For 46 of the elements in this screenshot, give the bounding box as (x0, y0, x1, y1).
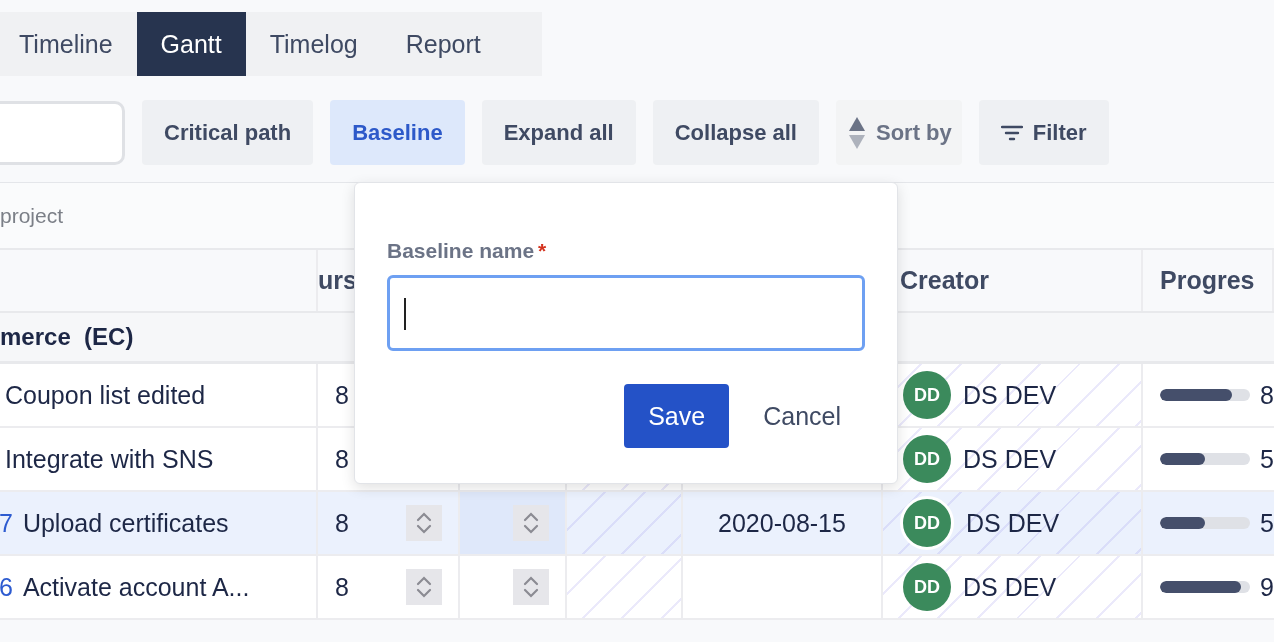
hours-value: 8 (335, 444, 349, 474)
hours-value: 8 (335, 572, 349, 602)
toolbar-button[interactable]: Expand all (481, 100, 636, 165)
stepper-icon[interactable] (406, 569, 442, 605)
stepper-icon[interactable] (513, 569, 549, 605)
search-field[interactable] (0, 100, 125, 165)
group-title: merce (EC) (0, 323, 134, 351)
avatar: DD (900, 496, 954, 550)
date-value: 2020-08-15 (718, 508, 846, 538)
view-tab[interactable]: Gantt (136, 12, 246, 76)
view-tab[interactable]: Timeline (0, 12, 137, 76)
save-button[interactable]: Save (624, 384, 730, 448)
column-header: Progres (1143, 250, 1274, 311)
task-name: Activate account A... (22, 572, 250, 602)
creator-name: DS DEV (963, 444, 1057, 474)
avatar: DD (903, 371, 951, 419)
sort-icon (847, 115, 866, 150)
toolbar-button[interactable]: Collapse all (652, 100, 819, 165)
avatar: DD (903, 435, 951, 483)
filter-button[interactable]: Filter (978, 100, 1109, 165)
required-mark: * (538, 239, 547, 262)
hours-value: 8 (335, 380, 349, 410)
view-tab[interactable]: Timelog (245, 12, 382, 76)
progress-value: 9 (1260, 572, 1274, 602)
project-input[interactable]: project (0, 203, 300, 228)
task-number: 6 (0, 572, 13, 602)
toolbar-button[interactable]: Critical path (142, 100, 314, 165)
task-name: Coupon list edited (5, 380, 206, 410)
baseline-name-input[interactable] (387, 275, 865, 351)
avatar: DD (903, 563, 951, 611)
stepper-icon[interactable] (406, 505, 442, 541)
task-name: Upload certificates (22, 508, 229, 538)
toolbar-button[interactable]: Baseline (330, 100, 465, 165)
creator-name: DS DEV (963, 380, 1057, 410)
progress-value: 5 (1260, 444, 1274, 474)
stepper-icon[interactable] (513, 505, 549, 541)
creator-name: DS DEV (963, 572, 1057, 602)
creator-name: DS DEV (966, 508, 1060, 538)
progress-value: 5 (1260, 508, 1274, 538)
task-name: Integrate with SNS (5, 444, 214, 474)
cancel-button[interactable]: Cancel (739, 384, 865, 448)
hours-value: 8 (335, 508, 349, 538)
filter-icon (1000, 124, 1023, 141)
view-tab[interactable]: Report (381, 12, 505, 76)
progress-value: 8 (1260, 380, 1274, 410)
task-number: 7 (0, 508, 13, 538)
